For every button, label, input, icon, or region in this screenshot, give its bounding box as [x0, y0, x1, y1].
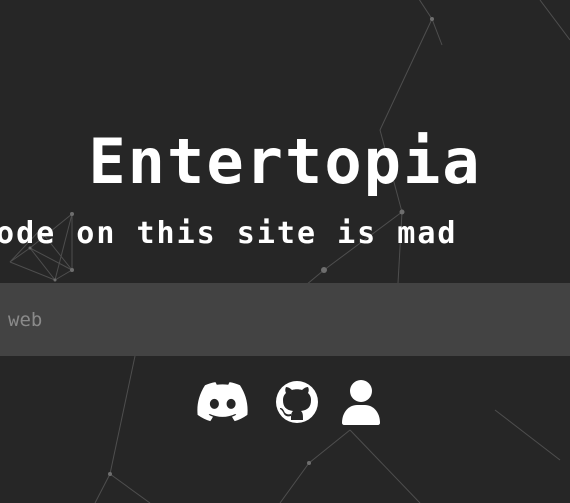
site-title: Entertopia: [88, 125, 482, 198]
github-link[interactable]: [275, 379, 319, 425]
search-bar: [0, 283, 570, 356]
discord-icon: [197, 379, 249, 425]
site-tagline: code on this site is mad: [0, 216, 458, 251]
discord-link[interactable]: [197, 379, 249, 425]
user-icon: [341, 379, 381, 425]
search-input[interactable]: [8, 283, 562, 356]
page: Entertopia code on this site is mad: [0, 0, 570, 503]
github-icon: [275, 379, 319, 425]
account-link[interactable]: [341, 379, 381, 425]
social-links: [197, 379, 383, 425]
